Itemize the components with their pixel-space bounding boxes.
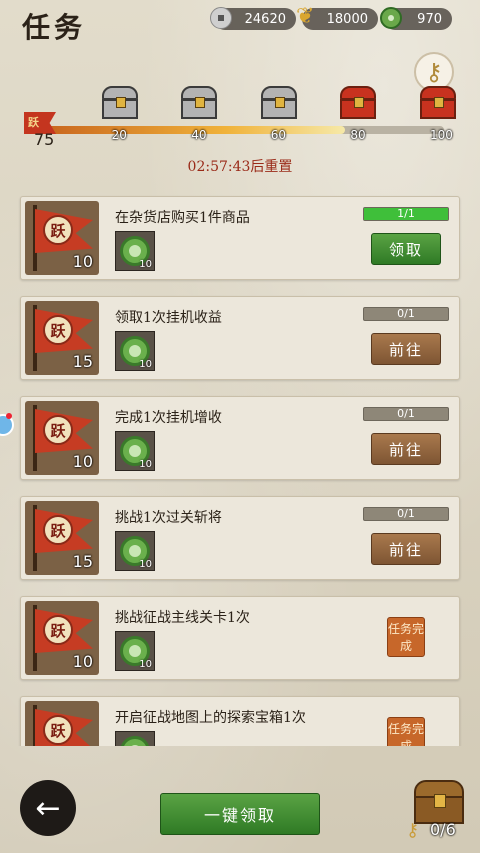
activity-banner-icon: 跃10 xyxy=(25,701,99,746)
quest-progress-bar: 1/1 xyxy=(363,207,449,221)
chest-lock xyxy=(195,97,206,108)
reward-amount: 10 xyxy=(139,559,152,570)
quest-name: 在杂货店购买1件商品 xyxy=(115,210,250,226)
banner-glyph: 跃 xyxy=(43,315,73,345)
activity-banner-icon: 跃 10 xyxy=(25,201,99,275)
activity-level-badge: 跃 75 xyxy=(24,112,58,149)
banner-glyph: 跃 xyxy=(43,715,73,745)
quest-name: 开启征战地图上的探索宝箱1次 xyxy=(115,710,306,726)
wheat-counter: ❦ 18000 xyxy=(296,4,378,30)
activity-level-value: 75 xyxy=(34,130,55,149)
quest-points: 10 xyxy=(72,652,93,671)
quest-name: 挑战征战主线关卡1次 xyxy=(115,610,250,626)
banner-glyph: 跃 xyxy=(43,215,73,245)
wheat-icon: ❦ xyxy=(296,4,315,29)
reward-item[interactable]: 10 xyxy=(115,631,155,671)
key-icon: ⚷ xyxy=(406,820,420,841)
reward-item[interactable]: 10 xyxy=(115,331,155,371)
milestone-chest-silver[interactable] xyxy=(100,86,140,120)
reset-timer: 02:57:43后重置 xyxy=(187,159,293,175)
quest-points: 10 xyxy=(72,452,93,471)
quest-name: 领取1次挂机收益 xyxy=(115,310,222,326)
quest-progress-text: 0/1 xyxy=(397,307,415,320)
milestone-label: 40 xyxy=(191,128,207,142)
quest-points: 15 xyxy=(72,552,93,571)
go-button[interactable]: 前往 xyxy=(371,333,441,365)
jade-icon xyxy=(380,7,402,29)
chest-lock xyxy=(434,97,444,108)
quest-progress-text: 0/1 xyxy=(397,407,415,420)
activity-banner-icon: 跃 10 xyxy=(25,601,99,675)
reward-item[interactable]: 10 xyxy=(115,431,155,471)
arrow-left-icon: ← xyxy=(35,790,61,826)
milestone-label: 20 xyxy=(111,128,127,142)
copper-coin-icon xyxy=(210,7,232,29)
quest-card: 跃 15 领取1次挂机收益 10 0/1 前往 xyxy=(20,296,460,380)
chest-lock xyxy=(434,794,446,808)
claim-button[interactable]: 领取 xyxy=(371,233,441,265)
quest-list[interactable]: 跃 10 在杂货店购买1件商品 10 1/1 领取跃 15 领取1次挂机收益 10 0/1 前往跃 1… xyxy=(0,194,480,746)
quest-progress-bar: 0/1 xyxy=(363,407,449,421)
quest-card: 跃 15 挑战1次过关斩将 10 0/1 前往 xyxy=(20,496,460,580)
level-badge-glyph: 跃 xyxy=(28,116,39,129)
quest-progress-text: 0/1 xyxy=(397,507,415,520)
copper-coin-counter: 24620 xyxy=(210,7,296,30)
milestone-chest-red[interactable] xyxy=(418,86,458,120)
milestone-label: 60 xyxy=(270,128,287,142)
key-icon: ⚷ xyxy=(425,58,443,86)
reward-amount: 10 xyxy=(139,359,152,370)
quest-card: 跃 10 挑战征战主线关卡1次 10 任务完成 xyxy=(20,596,460,680)
activity-banner-icon: 跃 10 xyxy=(25,401,99,475)
quest-points: 15 xyxy=(72,352,93,371)
reward-item[interactable]: 10 xyxy=(115,231,155,271)
quest-complete-stamp: 任务完成 xyxy=(387,717,425,746)
activity-banner-icon: 跃 15 xyxy=(25,301,99,375)
reward-amount: 10 xyxy=(139,259,152,270)
reward-item[interactable]: 10 xyxy=(115,531,155,571)
claim-all-button[interactable]: 一键领取 xyxy=(160,793,320,835)
milestone-chest-silver[interactable] xyxy=(259,86,299,120)
quest-progress-text: 1/1 xyxy=(397,207,415,220)
milestone-chest-silver[interactable] xyxy=(179,86,219,120)
milestone-chest-red[interactable] xyxy=(338,86,378,120)
milestone-label: 80 xyxy=(350,128,366,142)
quest-points: 10 xyxy=(72,252,93,271)
reward-item[interactable]: 10 xyxy=(115,731,155,746)
chest-lock xyxy=(354,97,365,108)
chest-lock xyxy=(274,97,285,108)
banner-glyph: 跃 xyxy=(43,415,73,445)
quest-complete-stamp: 任务完成 xyxy=(387,617,425,657)
chest-lock xyxy=(115,97,126,108)
quest-progress-bar: 0/1 xyxy=(363,507,449,521)
quest-card: 跃 10 在杂货店购买1件商品 10 1/1 领取 xyxy=(20,196,460,280)
activity-progress-bar xyxy=(46,126,444,134)
go-button[interactable]: 前往 xyxy=(371,533,441,565)
quest-card: 跃10 开启征战地图上的探索宝箱1次 10 任务完成 xyxy=(20,696,460,746)
quest-name: 完成1次挂机增收 xyxy=(115,410,222,426)
activity-banner-icon: 跃 15 xyxy=(25,501,99,575)
jade-counter: 970 xyxy=(380,7,452,30)
reward-amount: 10 xyxy=(139,459,152,470)
page-title: 任务 xyxy=(22,11,87,44)
chest-count: 0/6 xyxy=(430,820,456,839)
jade-icon xyxy=(120,736,150,746)
milestone-label: 100 xyxy=(430,128,453,142)
quest-name: 挑战1次过关斩将 xyxy=(115,510,222,526)
banner-glyph: 跃 xyxy=(43,515,73,545)
notification-dot xyxy=(6,413,12,419)
back-button[interactable]: ← xyxy=(20,780,76,836)
go-button[interactable]: 前往 xyxy=(371,433,441,465)
quest-card: 跃 10 完成1次挂机增收 10 0/1 前往 xyxy=(20,396,460,480)
banner-glyph: 跃 xyxy=(43,615,73,645)
quest-progress-bar: 0/1 xyxy=(363,307,449,321)
reward-amount: 10 xyxy=(139,659,152,670)
